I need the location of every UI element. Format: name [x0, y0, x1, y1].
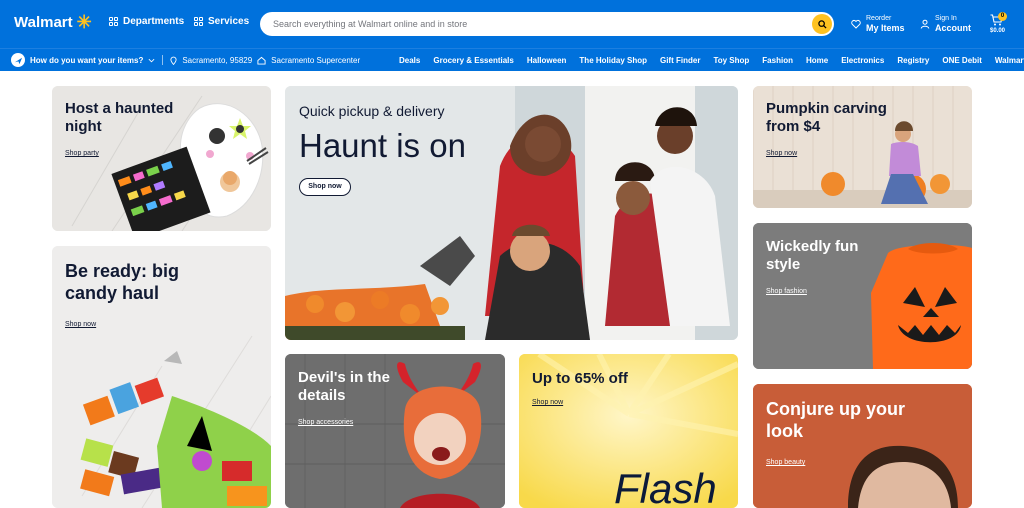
heart-icon: [851, 19, 861, 29]
store-name: Sacramento Supercenter: [271, 55, 361, 65]
chevron-down-icon: [148, 58, 155, 62]
nav-link-one-debit[interactable]: ONE Debit: [942, 56, 982, 65]
my-items-label: My Items: [866, 23, 905, 33]
nav-link-toy-shop[interactable]: Toy Shop: [713, 56, 749, 65]
account-button[interactable]: Sign In Account: [920, 14, 971, 33]
secondary-nav: How do you want your items? Sacramento, …: [0, 48, 1024, 71]
nav-link-home[interactable]: Home: [806, 56, 828, 65]
nav-link-walmart-plus[interactable]: Walmart+: [995, 56, 1024, 65]
services-button[interactable]: Services: [194, 16, 249, 27]
departments-label: Departments: [123, 16, 185, 27]
card-title: Host a haunted night: [65, 100, 174, 135]
shop-now-link[interactable]: Shop now: [65, 321, 96, 328]
card-title: Devil's in the details: [298, 369, 390, 404]
shop-fashion-link[interactable]: Shop fashion: [766, 288, 807, 295]
search-input[interactable]: [273, 12, 803, 36]
shop-beauty-link[interactable]: Shop beauty: [766, 459, 805, 466]
card-candy-haul[interactable]: Be ready: big candy haul Shop now: [52, 246, 271, 508]
zip-code: Sacramento, 95829: [182, 55, 253, 65]
card-title: Pumpkin carving from $4: [766, 100, 887, 135]
nav-link-halloween[interactable]: Halloween: [527, 56, 567, 65]
card-conjure-look[interactable]: Conjure up your look Shop beauty: [753, 384, 972, 508]
card-pumpkin-carving[interactable]: Pumpkin carving from $4 Shop now: [753, 86, 972, 208]
nav-link-registry[interactable]: Registry: [897, 56, 929, 65]
cart-total: $0.00: [990, 28, 1006, 34]
services-icon: [194, 17, 203, 26]
shop-now-link[interactable]: Shop now: [766, 150, 797, 157]
cart-button[interactable]: 0 $0.00: [988, 12, 1018, 38]
card-title: Up to 65% off: [532, 370, 628, 387]
card-devils-details[interactable]: Devil's in the details Shop accessories: [285, 354, 505, 508]
card-title: Be ready: big candy haul: [65, 261, 180, 303]
nav-link-grocery[interactable]: Grocery & Essentials: [433, 56, 513, 65]
search-bar: [260, 12, 834, 36]
logo-text: Walmart: [14, 13, 73, 31]
reorder-button[interactable]: Reorder My Items: [851, 14, 905, 33]
shop-party-link[interactable]: Shop party: [65, 150, 99, 157]
user-icon: [920, 19, 930, 29]
global-header: Walmart ✳ Departments Services Reorder M…: [0, 0, 1024, 48]
store-icon: [257, 56, 266, 65]
card-title: Wickedly fun style: [766, 238, 859, 273]
shop-accessories-link[interactable]: Shop accessories: [298, 419, 353, 426]
hero-eyebrow: Quick pickup & delivery: [299, 103, 445, 119]
reorder-label: Reorder: [866, 15, 892, 22]
fulfillment-selector[interactable]: How do you want your items? Sacramento, …: [11, 53, 360, 67]
services-label: Services: [208, 16, 250, 27]
spark-icon: ✳: [76, 12, 92, 32]
hero-banner[interactable]: Quick pickup & delivery Haunt is on Shop…: [285, 86, 738, 340]
shop-now-link[interactable]: Shop now: [532, 399, 563, 406]
departments-button[interactable]: Departments: [109, 16, 184, 27]
divider: [162, 55, 164, 65]
account-label: Account: [935, 23, 971, 33]
grid-icon: [109, 17, 118, 26]
cart-count-badge: 0: [998, 12, 1007, 21]
hero-shop-now-button[interactable]: Shop now: [299, 178, 351, 196]
nav-link-gift-finder[interactable]: Gift Finder: [660, 56, 700, 65]
nav-link-electronics[interactable]: Electronics: [841, 56, 884, 65]
location-pin-icon: [170, 56, 177, 65]
card-title: Conjure up your look: [766, 399, 905, 441]
nav-link-fashion[interactable]: Fashion: [762, 56, 793, 65]
search-button[interactable]: [812, 14, 832, 34]
family-costume-image: [285, 86, 738, 340]
signin-label: Sign In: [935, 15, 957, 22]
card-haunted-night[interactable]: Host a haunted night Shop party: [52, 86, 271, 231]
hero-title: Haunt is on: [299, 127, 466, 164]
walmart-logo[interactable]: Walmart ✳: [14, 13, 92, 31]
card-sale[interactable]: Up to 65% off Shop now Flash: [519, 354, 738, 508]
flash-art-text: Flash: [614, 465, 717, 508]
search-icon: [817, 19, 827, 29]
nav-link-deals[interactable]: Deals: [399, 56, 420, 65]
fulfillment-label: How do you want your items?: [30, 55, 144, 65]
card-wickedly-fun[interactable]: Wickedly fun style Shop fashion: [753, 223, 972, 369]
category-links: Deals Grocery & Essentials Halloween The…: [399, 49, 1024, 71]
nav-link-holiday[interactable]: The Holiday Shop: [579, 56, 647, 65]
delivery-icon: [11, 53, 25, 67]
